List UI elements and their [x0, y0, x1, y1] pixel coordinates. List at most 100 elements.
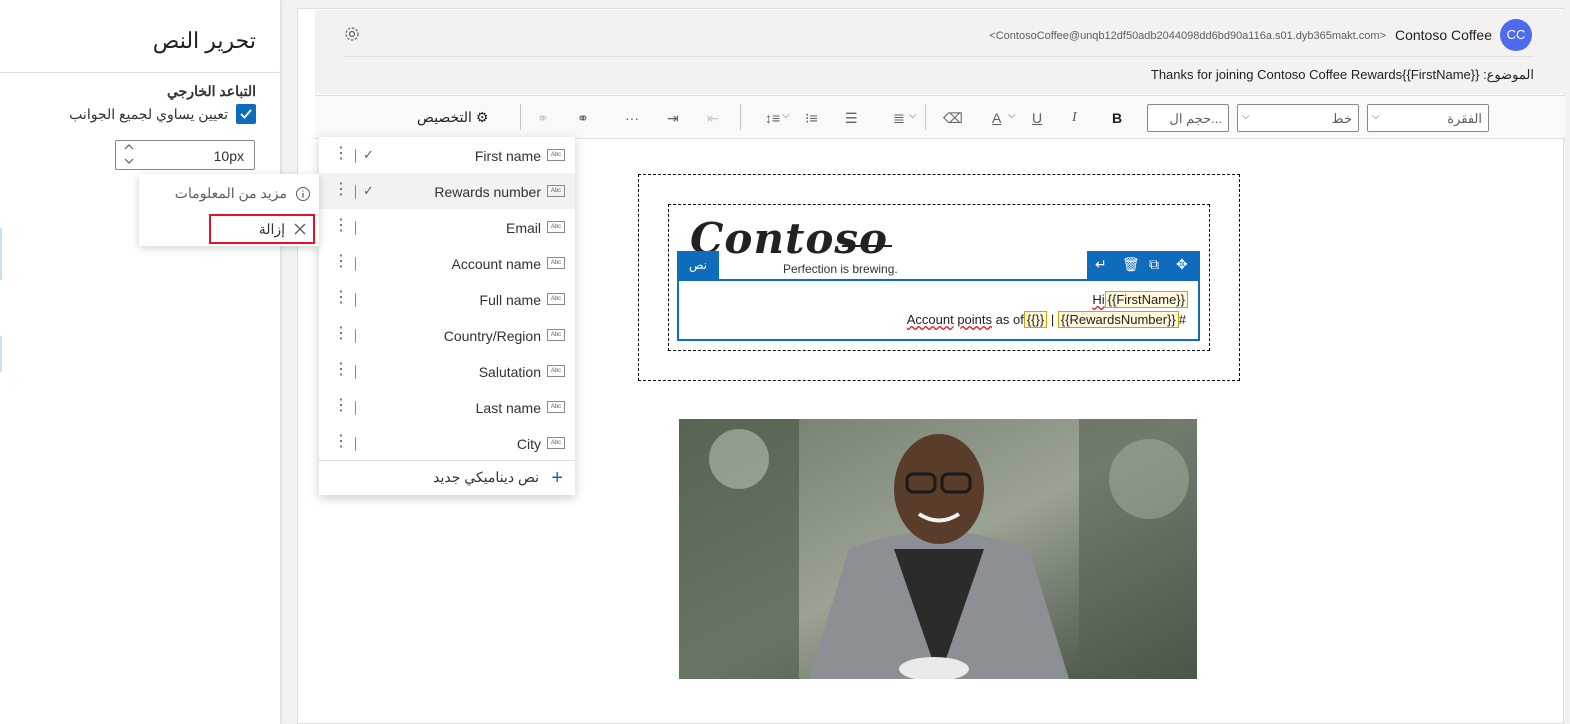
dynamic-text-item[interactable]: ⋮ ✓ First name Abc	[319, 137, 575, 173]
font-dropdown[interactable]: خط ⌵	[1237, 104, 1359, 132]
unlink-icon[interactable]: ⚭	[537, 110, 549, 127]
subject-row[interactable]: الموضوع: Thanks for joining Contoso Coff…	[1151, 67, 1534, 83]
text-type-icon: Abc	[547, 437, 565, 449]
chevron-up-icon[interactable]	[124, 143, 134, 151]
formatting-toolbar: الفقرة ⌵ خط ⌵ حجم ال... B I U A ⌵ ⌫ ≣ ⌵ ☰ …	[315, 95, 1565, 139]
dynamic-text-label: First name	[474, 148, 541, 164]
panel-title: تحرير النص	[152, 28, 256, 53]
drag-handle[interactable]	[355, 401, 356, 415]
dynamic-text-label: Email	[505, 220, 541, 236]
more-vertical-icon[interactable]: ⋮	[333, 145, 349, 163]
drag-handle[interactable]	[355, 329, 356, 343]
section-indicator	[0, 228, 2, 280]
separator	[520, 104, 521, 130]
drag-handle[interactable]	[355, 437, 356, 451]
sender-name[interactable]: Contoso Coffee	[1395, 27, 1492, 43]
font-size-dropdown[interactable]: حجم ال...	[1147, 104, 1229, 132]
line-spacing-icon[interactable]: ↕≡	[765, 110, 780, 126]
font-color-button[interactable]: A	[992, 110, 1001, 126]
move-icon[interactable]: ✥	[1176, 256, 1188, 273]
spacing-spin-input[interactable]: 10px	[115, 140, 255, 170]
dynamic-text-item[interactable]: ⋮ Last name Abc	[319, 389, 575, 425]
clear-format-icon[interactable]: ⌫	[943, 110, 963, 127]
chevron-down-icon[interactable]: ⌵	[909, 110, 917, 121]
more-icon[interactable]: ···	[625, 110, 639, 126]
chevron-down-icon[interactable]	[124, 157, 134, 165]
italic-button[interactable]: I	[1072, 110, 1077, 126]
customize-button[interactable]: ⚙ التخصيص	[417, 109, 488, 126]
more-vertical-icon[interactable]: ⋮	[333, 361, 349, 379]
select-parent-icon[interactable]: ↵	[1095, 256, 1107, 273]
info-icon	[296, 187, 310, 201]
delete-icon[interactable]: 🗑	[1122, 256, 1140, 273]
more-vertical-icon[interactable]: ⋮	[333, 253, 349, 271]
dynamic-text-item[interactable]: ⋮ Email Abc	[319, 209, 575, 245]
text-type-icon: Abc	[547, 329, 565, 341]
dynamic-text-item[interactable]: ⋮ City Abc	[319, 425, 575, 461]
drag-handle[interactable]	[355, 365, 356, 379]
dynamic-text-item[interactable]: ⋮ ✓ Rewards number Abc	[319, 173, 575, 209]
logo-tagline: Perfection is brewing.	[783, 262, 898, 276]
more-vertical-icon[interactable]: ⋮	[333, 217, 349, 235]
separator	[740, 104, 741, 130]
drag-handle[interactable]	[355, 185, 356, 199]
more-info-item[interactable]: مزيد من المعلومات	[141, 184, 311, 204]
subject-value[interactable]: Thanks for joining Contoso Coffee Reward…	[1151, 67, 1480, 82]
hero-image[interactable]	[679, 419, 1197, 679]
remove-item[interactable]: إزالة	[209, 214, 315, 244]
text-type-icon: Abc	[547, 257, 565, 269]
drag-handle[interactable]	[355, 149, 356, 163]
firstname-token[interactable]: {{FirstName}}	[1104, 291, 1188, 308]
indent-icon[interactable]: ☰	[845, 110, 858, 127]
underline-button[interactable]: U	[1032, 110, 1042, 126]
drag-handle[interactable]	[355, 293, 356, 307]
chevron-down-icon[interactable]: ⌵	[782, 110, 790, 121]
more-vertical-icon[interactable]: ⋮	[333, 397, 349, 415]
new-dynamic-text-button[interactable]: + نص ديناميكي جديد	[433, 467, 563, 489]
chevron-down-icon[interactable]: ⌵	[1008, 110, 1016, 121]
gear-icon[interactable]	[344, 26, 360, 42]
drag-handle[interactable]	[355, 257, 356, 271]
font-label: خط	[1331, 111, 1352, 126]
text-type-icon: Abc	[547, 365, 565, 377]
dynamic-text-label: Last name	[475, 400, 541, 416]
more-vertical-icon[interactable]: ⋮	[333, 433, 349, 451]
new-dynamic-text-label: نص ديناميكي جديد	[433, 469, 539, 485]
more-vertical-icon[interactable]: ⋮	[333, 289, 349, 307]
text-element[interactable]	[677, 279, 1200, 341]
dynamic-text-item[interactable]: ⋮ Salutation Abc	[319, 353, 575, 389]
bold-button[interactable]: B	[1112, 110, 1122, 126]
dynamic-text-label: Account name	[451, 256, 542, 272]
bullet-list-icon[interactable]: ⁝≡	[805, 110, 818, 127]
rewards-number-token[interactable]: {{RewardsNumber}}	[1057, 311, 1179, 328]
drag-handle[interactable]	[355, 221, 356, 235]
checkmark-icon: ✓	[363, 147, 374, 162]
hash-text: #	[1178, 312, 1186, 327]
equal-sides-checkbox[interactable]	[236, 104, 256, 124]
more-vertical-icon[interactable]: ⋮	[333, 181, 349, 199]
dynamic-text-item[interactable]: ⋮ Country/Region Abc	[319, 317, 575, 353]
dynamic-text-label: Full name	[479, 292, 541, 308]
paragraph-dropdown[interactable]: الفقرة ⌵	[1367, 104, 1489, 132]
link-icon[interactable]: ⚭	[577, 110, 589, 127]
points-text: points	[957, 312, 993, 327]
context-menu: مزيد من المعلومات إزالة	[139, 174, 319, 246]
text-element-tab[interactable]: نص	[677, 251, 719, 279]
dynamic-text-item[interactable]: ⋮ Full name Abc	[319, 281, 575, 317]
empty-token[interactable]: {{}}	[1023, 311, 1048, 328]
duplicate-icon[interactable]: ⧉	[1149, 256, 1159, 273]
customize-label: التخصيص	[417, 109, 472, 125]
points-line[interactable]: Account points as of{{}} | {{RewardsNumb…	[907, 311, 1186, 328]
decrease-indent-icon[interactable]: ⇤	[707, 110, 719, 127]
more-vertical-icon[interactable]: ⋮	[333, 325, 349, 343]
dynamic-text-item[interactable]: ⋮ Account name Abc	[319, 245, 575, 281]
align-icon[interactable]: ≣	[893, 110, 905, 127]
increase-indent-icon[interactable]: ⇥	[667, 110, 679, 127]
greeting-line[interactable]: Hi {{FirstName}}	[1092, 291, 1188, 308]
plus-icon: +	[551, 467, 563, 489]
paragraph-label: الفقرة	[1447, 111, 1482, 126]
spacing-value: 10px	[213, 148, 244, 164]
man-with-coffee-image	[679, 419, 1197, 679]
checkmark-icon: ✓	[363, 183, 374, 198]
properties-panel: تحرير النص التباعد الخارجي تعيين يساوي ل…	[0, 0, 280, 724]
